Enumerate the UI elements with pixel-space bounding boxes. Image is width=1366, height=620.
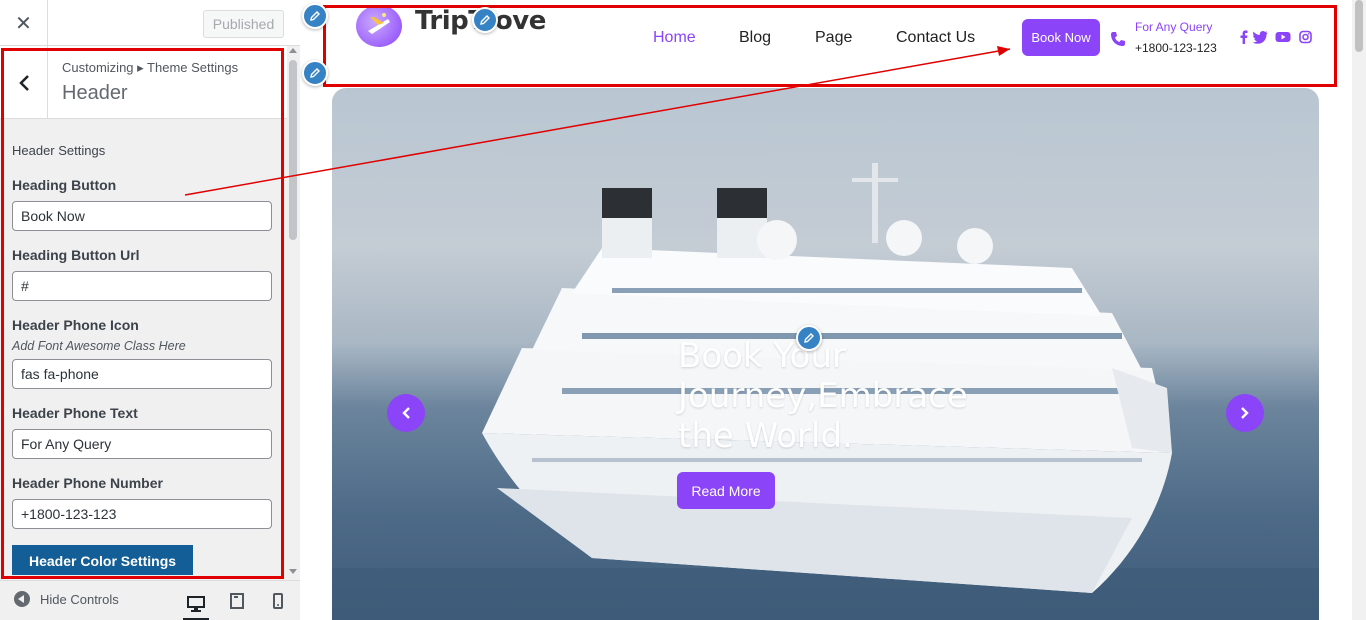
phone-number[interactable]: +1800-123-123 (1135, 41, 1217, 55)
mobile-preview-button[interactable] (265, 589, 291, 613)
pencil-icon (804, 333, 814, 343)
header-phone-number-label: Header Phone Number (12, 475, 163, 491)
close-icon[interactable]: ✕ (0, 0, 48, 46)
header-color-settings-button[interactable]: Header Color Settings (12, 545, 194, 575)
preview-scrollbar[interactable] (1352, 0, 1366, 620)
nav-page[interactable]: Page (815, 29, 852, 47)
edit-shortcut-logo[interactable] (302, 3, 328, 29)
tablet-icon (230, 593, 244, 609)
phone-icon (1111, 32, 1125, 46)
pencil-icon (480, 15, 490, 25)
hero-title: Book Your Journey,Embrace the World. (678, 336, 968, 456)
preview-scrollbar-thumb[interactable] (1355, 0, 1363, 52)
customizer-footer: Hide Controls (0, 580, 300, 620)
edit-shortcut-menu[interactable] (302, 60, 328, 86)
header-phone-icon-desc: Add Font Awesome Class Here (12, 339, 186, 353)
desktop-icon (187, 595, 205, 612)
nav-contact-us[interactable]: Contact Us (896, 29, 975, 47)
header-phone-icon-input[interactable] (12, 359, 272, 389)
scroll-up-icon[interactable] (289, 48, 297, 53)
customizer-sidebar: ✕ Published Customizing ▸ Theme Settings… (0, 0, 300, 620)
scroll-down-icon[interactable] (289, 569, 297, 574)
youtube-icon[interactable] (1275, 30, 1291, 44)
tablet-preview-button[interactable] (224, 589, 250, 613)
heading-button-label: Heading Button (12, 177, 117, 193)
panel-header: Customizing ▸ Theme Settings Header (0, 46, 287, 119)
hide-controls-label: Hide Controls (40, 591, 119, 607)
mobile-icon (273, 593, 283, 609)
header-phone-number-input[interactable] (12, 499, 272, 529)
collapse-icon (14, 591, 30, 607)
book-now-button[interactable]: Book Now (1022, 19, 1100, 56)
scrollbar-thumb[interactable] (289, 60, 297, 240)
header-panel: Customizing ▸ Theme Settings Header Head… (0, 46, 287, 580)
section-title: Header Settings (12, 143, 106, 158)
nav-home[interactable]: Home (653, 29, 696, 47)
published-button[interactable]: Published (203, 10, 284, 38)
slider-next-button[interactable] (1226, 394, 1264, 432)
breadcrumb: Customizing ▸ Theme Settings (62, 60, 239, 75)
chevron-right-icon (1241, 407, 1249, 419)
heading-button-url-label: Heading Button Url (12, 247, 140, 263)
twitter-icon[interactable] (1253, 30, 1268, 44)
edit-shortcut-slider[interactable] (796, 325, 822, 351)
edit-shortcut-site-title[interactable] (472, 7, 498, 33)
sidebar-scrollbar[interactable] (287, 46, 300, 580)
site-preview: TripTrove Home Blog Page Contact Us Book… (300, 0, 1352, 620)
heading-button-url-input[interactable] (12, 271, 272, 301)
instagram-icon[interactable] (1299, 30, 1312, 44)
pencil-icon (310, 68, 320, 78)
chevron-left-icon (18, 74, 29, 91)
pencil-icon (310, 11, 320, 21)
settings-form: Header Settings Heading Button Heading B… (0, 119, 287, 575)
heading-button-input[interactable] (12, 201, 272, 231)
nav-blog[interactable]: Blog (739, 29, 771, 47)
header-phone-icon-label: Header Phone Icon (12, 317, 139, 333)
read-more-button[interactable]: Read More (677, 472, 775, 509)
desktop-preview-button[interactable] (183, 589, 209, 620)
hide-controls-button[interactable]: Hide Controls (14, 591, 119, 607)
facebook-icon[interactable] (1239, 30, 1249, 44)
panel-title: Header (62, 82, 128, 104)
phone-query-text: For Any Query (1135, 20, 1213, 34)
back-button[interactable] (0, 46, 48, 119)
header-phone-text-input[interactable] (12, 429, 272, 459)
header-phone-text-label: Header Phone Text (12, 405, 138, 421)
chevron-left-icon (402, 407, 410, 419)
customizer-header: ✕ Published (0, 0, 300, 46)
slider-prev-button[interactable] (387, 394, 425, 432)
hero-slider: Book Your Journey,Embrace the World. Rea… (332, 88, 1319, 620)
logo-icon[interactable] (356, 5, 402, 47)
